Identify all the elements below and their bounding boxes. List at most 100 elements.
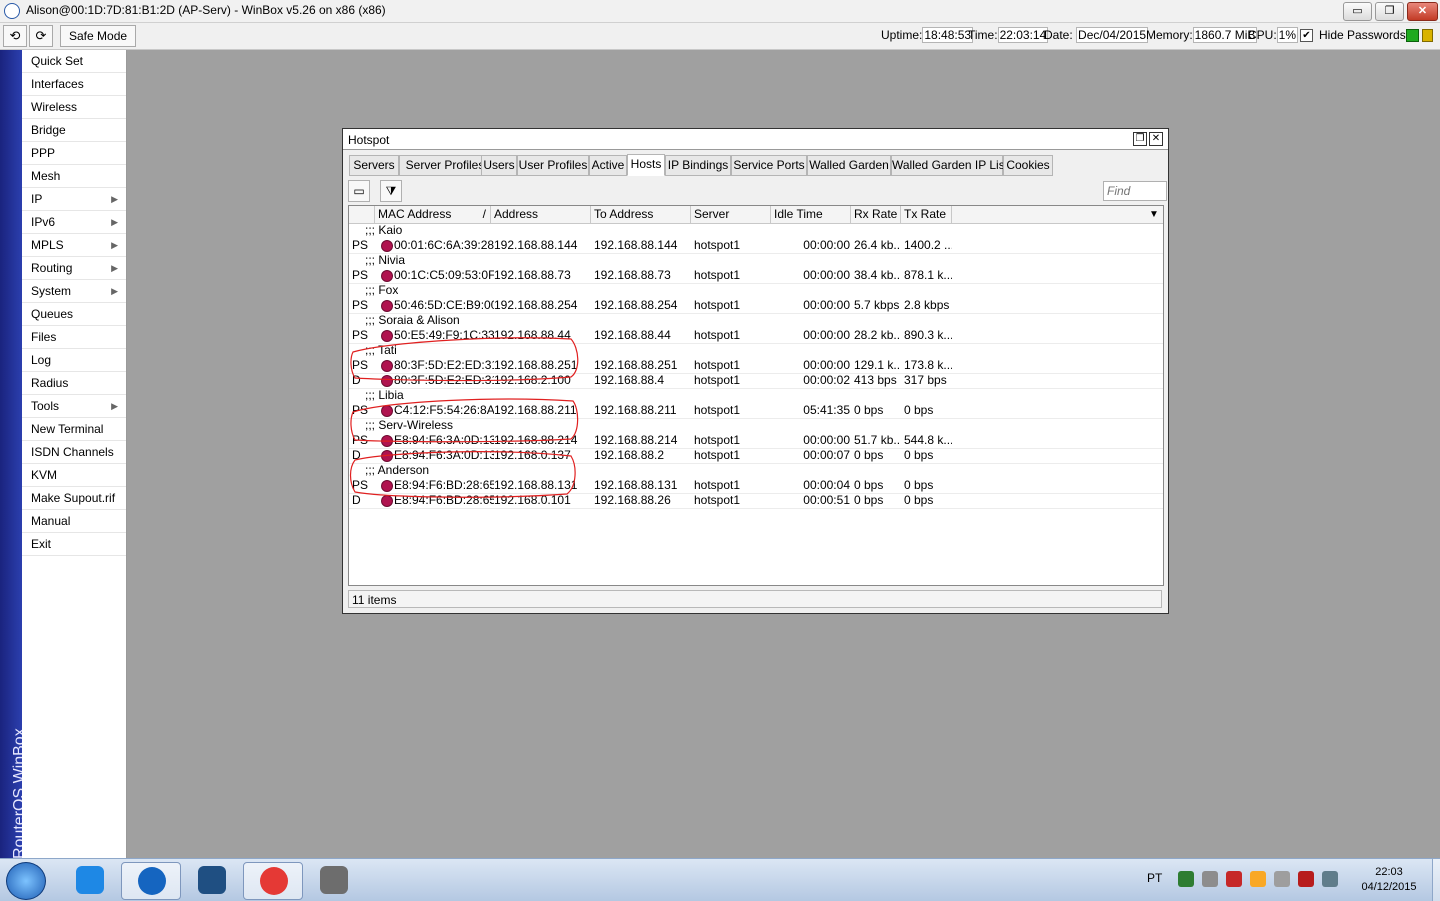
tab-service-ports[interactable]: Service Ports [731, 155, 807, 176]
sidebar-item-mesh[interactable]: Mesh [22, 165, 126, 188]
sidebar-item-system[interactable]: System ▶ [22, 280, 126, 303]
tab-walled-garden-ip-list[interactable]: Walled Garden IP List [891, 155, 1008, 176]
table-row[interactable]: PS 00:01:6C:6A:39:28 192.168.88.144 192.168… [349, 238, 1163, 254]
taskbar-clock[interactable]: 22:03 04/12/2015 [1350, 865, 1428, 895]
comment-row: ;;; Nivia [349, 253, 1163, 268]
taskbar-button-network-tool[interactable] [304, 862, 362, 898]
cell-server: hotspot1 [694, 328, 741, 342]
table-row[interactable]: PS C4:12:F5:54:26:8A 192.168.88.211 192.168… [349, 403, 1163, 419]
taskbar-button-virtualbox[interactable] [182, 862, 240, 898]
sidebar-item-make-supout-rif[interactable]: Make Supout.rif [22, 487, 126, 510]
sidebar-item-files[interactable]: Files [22, 326, 126, 349]
sidebar-item-interfaces[interactable]: Interfaces [22, 73, 126, 96]
cell-rx: 38.4 kb... [854, 268, 900, 282]
table-row[interactable]: PS E8:94:F6:3A:0D:13 192.168.88.214 192.168… [349, 433, 1163, 449]
cell-mac: 80:3F:5D:E2:ED:31 [394, 373, 494, 387]
table-row[interactable]: D E8:94:F6:3A:0D:13 192.168.0.137 192.168.8… [349, 448, 1163, 464]
sidebar-item-quick-set[interactable]: Quick Set [22, 50, 126, 73]
sidebar-item-manual[interactable]: Manual [22, 510, 126, 533]
maximize-button[interactable]: ❐ [1375, 2, 1404, 21]
tray-display-icon[interactable] [1322, 871, 1338, 887]
column-header-rx-rate[interactable]: Rx Rate [851, 206, 901, 223]
sidebar-item-log[interactable]: Log [22, 349, 126, 372]
tab-ip-bindings[interactable]: IP Bindings [665, 155, 731, 176]
find-input[interactable] [1103, 181, 1167, 201]
tray-network-icon[interactable] [1178, 871, 1194, 887]
cell-tx: 1400.2 ... [904, 238, 952, 252]
column-header-idle-time[interactable]: Idle Time [771, 206, 851, 223]
tab-users[interactable]: Users [481, 155, 517, 176]
sidebar-item-mpls[interactable]: MPLS ▶ [22, 234, 126, 257]
column-header-tx-rate[interactable]: Tx Rate [901, 206, 952, 223]
table-row[interactable]: D E8:94:F6:BD:28:65 192.168.0.101 192.168.8… [349, 493, 1163, 509]
sidebar-item-isdn-channels[interactable]: ISDN Channels [22, 441, 126, 464]
sidebar-item-tools[interactable]: Tools ▶ [22, 395, 126, 418]
cell-tx: 0 bps [904, 493, 934, 507]
tab-active[interactable]: Active [589, 155, 627, 176]
hotspot-maximize-button[interactable]: ❐ [1133, 132, 1147, 146]
minimize-button[interactable]: ▭ [1343, 2, 1372, 21]
redo-button[interactable]: ⟳ [29, 25, 53, 47]
column-dropdown-icon[interactable]: ▼ [1147, 206, 1161, 223]
cell-address: 192.168.2.100 [494, 373, 571, 387]
close-button[interactable]: ✕ [1407, 2, 1438, 21]
tray-alert-icon[interactable] [1298, 871, 1314, 887]
column-header-to-address[interactable]: To Address [591, 206, 691, 223]
table-row[interactable]: D 80:3F:5D:E2:ED:31 192.168.2.100 192.168.8… [349, 373, 1163, 389]
sidebar-item-new-terminal[interactable]: New Terminal [22, 418, 126, 441]
column-header-server[interactable]: Server [691, 206, 771, 223]
sidebar-item-routing[interactable]: Routing ▶ [22, 257, 126, 280]
toolbar: ⟲ ⟳ Safe Mode Uptime: 18:48:53 Time: 22:03… [0, 23, 1440, 50]
sidebar-item-ip[interactable]: IP ▶ [22, 188, 126, 211]
remove-icon[interactable]: ▭ [348, 180, 370, 202]
cell-idle: 05:41:35 [803, 403, 850, 417]
taskbar-button-internet-explorer[interactable] [60, 862, 118, 898]
tab-hosts[interactable]: Hosts [627, 154, 665, 176]
sidebar-item-radius[interactable]: Radius [22, 372, 126, 395]
sidebar-item-exit[interactable]: Exit [22, 533, 126, 556]
tray-speaker-icon[interactable] [1274, 871, 1290, 887]
cell-address: 192.168.88.254 [494, 298, 578, 312]
comment-row: ;;; Tati [349, 343, 1163, 358]
undo-button[interactable]: ⟲ [3, 25, 27, 47]
safe-mode-button[interactable]: Safe Mode [60, 25, 137, 47]
tab-servers[interactable]: Servers [349, 155, 399, 176]
hotspot-title-bar[interactable]: Hotspot ❐ ✕ [343, 129, 1168, 150]
sidebar-item-wireless[interactable]: Wireless [22, 96, 126, 119]
sidebar-item-label: Radius [31, 376, 69, 390]
flags-column-header[interactable] [349, 206, 375, 223]
column-header-address[interactable]: Address [491, 206, 591, 223]
tab-server-profiles[interactable]: Server Profiles [399, 155, 491, 176]
table-row[interactable]: PS 80:3F:5D:E2:ED:31 192.168.88.251 192.168… [349, 358, 1163, 374]
sidebar-item-ppp[interactable]: PPP [22, 142, 126, 165]
tray-flag-icon[interactable] [1250, 871, 1266, 887]
cell-to: 192.168.88.73 [594, 268, 671, 282]
cell-flags: PS [352, 238, 369, 252]
tray-tool-icon[interactable] [1202, 871, 1218, 887]
host-icon [381, 405, 393, 417]
cell-server: hotspot1 [694, 298, 741, 312]
sidebar-item-queues[interactable]: Queues [22, 303, 126, 326]
start-button[interactable] [6, 862, 46, 900]
cell-flags: PS [352, 403, 369, 417]
table-row[interactable]: PS 50:E5:49:F9:1C:33 192.168.88.44 192.168.… [349, 328, 1163, 344]
hide-passwords-checkbox[interactable]: ✔ [1300, 29, 1313, 42]
taskbar-button-winbox[interactable] [121, 862, 181, 900]
tab-user-profiles[interactable]: User Profiles [517, 155, 589, 176]
table-row[interactable]: PS 00:1C:C5:09:53:0F 192.168.88.73 192.168.… [349, 268, 1163, 284]
table-row[interactable]: PS E8:94:F6:BD:28:65 192.168.88.131 192.168… [349, 478, 1163, 494]
tray-shield-icon[interactable] [1226, 871, 1242, 887]
sidebar-item-bridge[interactable]: Bridge [22, 119, 126, 142]
hotspot-close-button[interactable]: ✕ [1149, 132, 1163, 146]
filter-icon[interactable]: ⧩ [380, 180, 402, 202]
sidebar-item-label: IPv6 [31, 215, 56, 229]
sidebar-item-ipv6[interactable]: IPv6 ▶ [22, 211, 126, 234]
taskbar-button-chrome[interactable] [243, 862, 303, 900]
tab-cookies[interactable]: Cookies [1003, 155, 1053, 176]
tab-walled-garden[interactable]: Walled Garden [807, 155, 891, 176]
show-desktop-button[interactable] [1432, 859, 1440, 901]
column-header-mac[interactable]: MAC Address / [375, 206, 491, 223]
sidebar-item-kvm[interactable]: KVM [22, 464, 126, 487]
table-row[interactable]: PS 50:46:5D:CE:B9:00 192.168.88.254 192.168… [349, 298, 1163, 314]
language-indicator[interactable]: PT [1147, 871, 1162, 885]
